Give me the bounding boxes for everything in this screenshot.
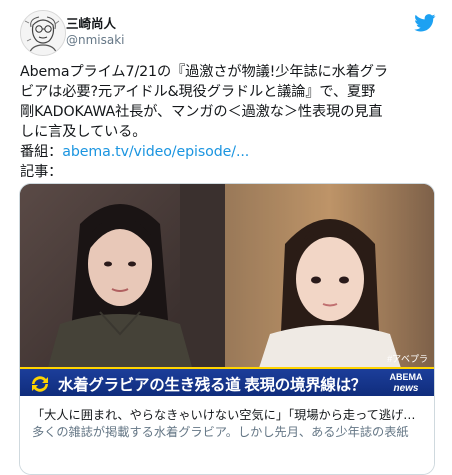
- channel-watermark: #アベプラ: [387, 354, 428, 364]
- logo-bottom: news: [393, 383, 419, 394]
- author-handle[interactable]: @nmisaki: [66, 33, 125, 47]
- tweet-line: 剛KADOKAWA社長が、マンガの＜過激な＞性表現の見直: [20, 104, 383, 120]
- caption-banner: 水着グラビアの生き残る道 表現の境界線は？ ABEMA news: [20, 367, 434, 396]
- program-label: 番組：: [20, 144, 63, 160]
- link-card[interactable]: #アベプラ 水着グラビアの生き残る道 表現の境界線は？ ABEMA news 「…: [19, 183, 435, 475]
- tweet-line: Abemaプライム7/21の『過激さが物議!少年誌に水着グラ: [20, 64, 388, 80]
- author-avatar[interactable]: [20, 10, 66, 56]
- program-link[interactable]: abema.tv/video/episode/...: [62, 144, 249, 160]
- card-description: 多くの雑誌が掲載する水着グラビア。しかし先月、ある少年誌の表紙: [32, 425, 409, 439]
- sketch-portrait-avatar-icon: [21, 11, 65, 55]
- program-row: 番組：abema.tv/video/episode/...: [20, 142, 438, 162]
- banner-caption: 水着グラビアの生き残る道 表現の境界線は？: [58, 377, 367, 394]
- article-label: 記事：: [20, 164, 63, 180]
- tweet-line: しに言及している。: [20, 124, 147, 140]
- abema-news-logo: ABEMA news: [384, 372, 428, 396]
- card-thumbnail[interactable]: #アベプラ 水着グラビアの生き残る道 表現の境界線は？ ABEMA news: [20, 184, 434, 396]
- tweet-text: Abemaプライム7/21の『過激さが物議!少年誌に水着グラ ビアは必要?元アイ…: [20, 62, 438, 182]
- twitter-bird-icon[interactable]: [414, 14, 436, 32]
- logo-top: ABEMA: [389, 372, 423, 382]
- rotate-arrows-icon: [32, 376, 48, 392]
- tweet-line: ビアは必要?元アイドル&現役グラドルと議論』で、夏野: [20, 84, 376, 100]
- card-info[interactable]: 「大人に囲まれ、やらなきゃいけない空気に」「現場から走って逃げ… 多くの雑誌が掲…: [20, 399, 434, 474]
- embedded-tweet: 三崎尚人 @nmisaki Abemaプライム7/21の『過激さが物議!少年誌に…: [0, 0, 452, 475]
- video-still-image: [20, 184, 434, 396]
- author-name[interactable]: 三崎尚人: [66, 13, 116, 32]
- card-title[interactable]: 「大人に囲まれ、やらなきゃいけない空気に」「現場から走って逃げ…: [32, 405, 427, 423]
